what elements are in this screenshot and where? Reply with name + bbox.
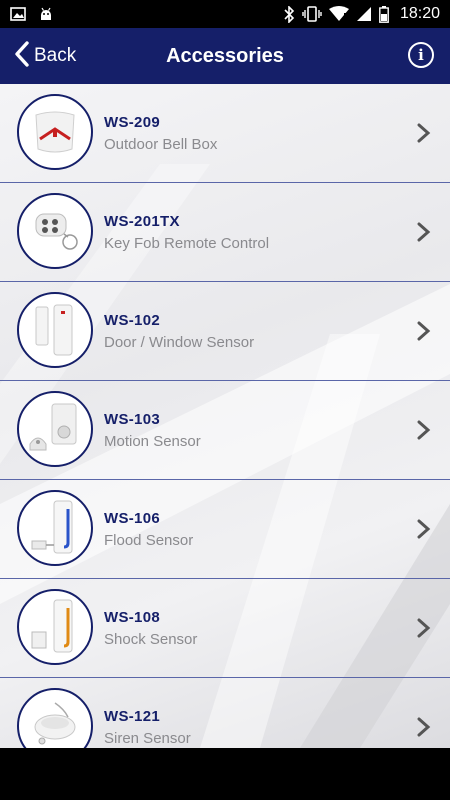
info-icon: i [418,46,424,64]
flood-sensor-icon [17,490,93,566]
item-code: WS-108 [104,609,160,626]
door-sensor-icon [17,292,93,368]
list-item-ws-102[interactable]: WS-102 Door / Window Sensor [0,282,450,381]
chevron-right-icon [416,717,432,737]
key-fob-icon [17,193,93,269]
chevron-right-icon [416,123,432,143]
motion-sensor-icon [17,391,93,467]
chevron-right-icon [416,321,432,341]
item-name: Motion Sensor [104,433,201,450]
back-button[interactable]: Back [14,28,76,84]
item-name: Door / Window Sensor [104,334,255,351]
list-item-ws-108[interactable]: WS-108 Shock Sensor [0,579,450,678]
list-item-ws-106[interactable]: WS-106 Flood Sensor [0,480,450,579]
list-item-ws-103[interactable]: WS-103 Motion Sensor [0,381,450,480]
item-code: WS-209 [104,114,160,131]
shock-sensor-icon [17,589,93,665]
list-item-ws-201tx[interactable]: WS-201TX Key Fob Remote Control [0,183,450,282]
system-navigation-bar [0,748,450,800]
vibrate-icon [302,6,322,22]
chevron-right-icon [416,519,432,539]
status-time: 18:20 [399,5,440,22]
bluetooth-icon [284,5,295,23]
item-name: Siren Sensor [104,730,191,747]
back-label: Back [34,45,77,66]
app-header: Back Accessories i [0,28,450,84]
info-button[interactable]: i [408,42,434,68]
item-name: Outdoor Bell Box [104,136,218,153]
bell-box-icon [17,94,93,170]
item-code: WS-201TX [104,213,180,230]
android-icon [38,6,54,22]
item-code: WS-121 [104,708,160,725]
item-name: Shock Sensor [104,631,198,648]
chevron-right-icon [416,222,432,242]
chevron-right-icon [416,420,432,440]
status-bar: 18:20 [0,0,450,28]
item-code: WS-102 [104,312,160,329]
siren-icon [17,688,93,748]
battery-icon [379,5,389,23]
image-icon [10,7,26,21]
item-code: WS-106 [104,510,160,527]
item-code: WS-103 [104,411,160,428]
item-name: Flood Sensor [104,532,194,549]
chevron-left-icon [14,40,30,72]
list-item-ws-121[interactable]: WS-121 Siren Sensor [0,678,450,748]
list-item-ws-209[interactable]: WS-209 Outdoor Bell Box [0,84,450,183]
item-name: Key Fob Remote Control [104,235,270,252]
accessories-list: WS-209 Outdoor Bell Box WS-201TX Key Fob… [0,84,450,748]
chevron-right-icon [416,618,432,638]
accessories-list-area: WS-209 Outdoor Bell Box WS-201TX Key Fob… [0,84,450,748]
wifi-icon [328,6,349,22]
signal-icon [356,6,372,22]
